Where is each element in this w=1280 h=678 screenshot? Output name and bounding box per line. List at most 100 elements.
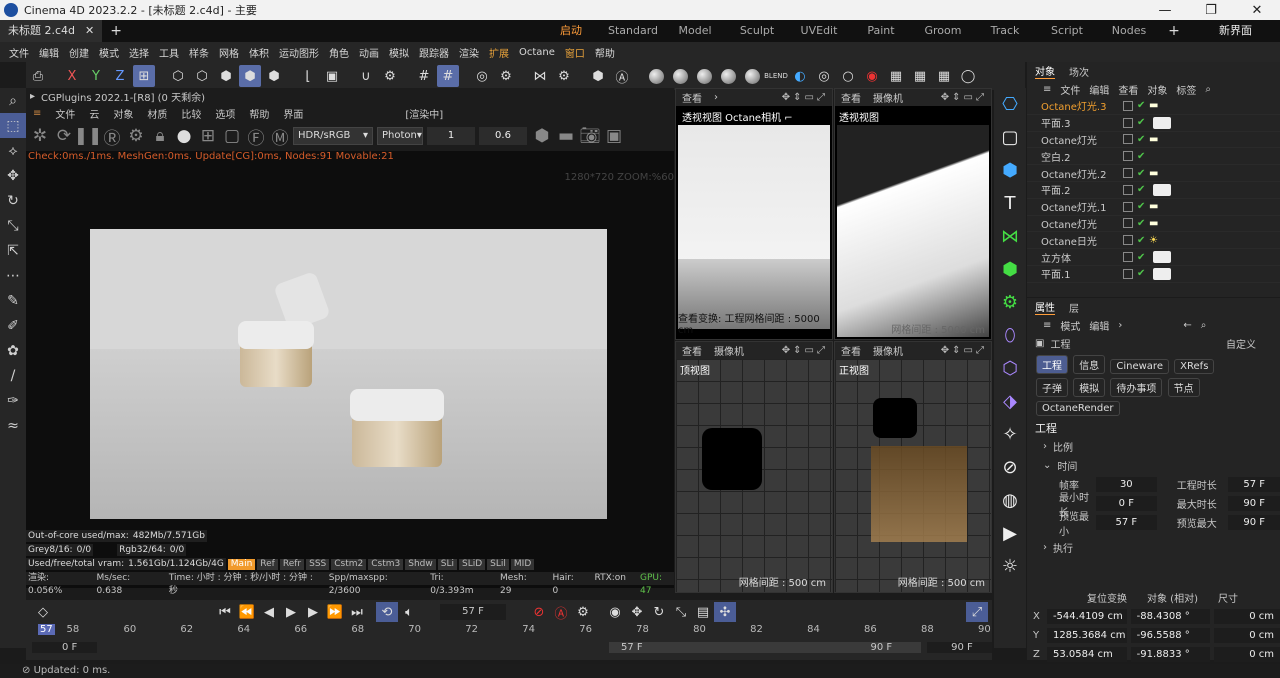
cloner-icon[interactable]: ⬢	[994, 253, 1026, 286]
viewport-front[interactable]: 查看 摄像机 ✥⇕▭⤢ 正视图 网格间距 : 500 cm	[834, 341, 992, 593]
add-layout-button[interactable]: +	[1160, 20, 1188, 42]
layout-tab-start[interactable]: 启动	[540, 20, 602, 42]
menu-simulate[interactable]: 模拟	[384, 45, 414, 60]
pass-sli[interactable]: SLi	[437, 558, 457, 570]
attr-tab-info[interactable]: 信息	[1073, 355, 1106, 374]
symmetry-object-icon[interactable]: ⋈	[994, 220, 1026, 253]
viewport-perspective-camera[interactable]: 查看 › ✥⇕▭⤢ 透视视图 Octane相机 ⌐ 查看变换: 工程网格间距 : 5…	[675, 88, 833, 340]
menu-select[interactable]: 选择	[124, 45, 154, 60]
record-icon[interactable]: ⊘	[528, 602, 550, 622]
octane-glossy-icon[interactable]	[669, 65, 691, 87]
viewport-perspective[interactable]: 查看 摄像机 ✥⇕▭⤢ 透视视图 网格间距 : 5000 cm	[834, 88, 992, 340]
object-row[interactable]: 空白.2 ✔	[1027, 148, 1280, 166]
viewport-menu-camera[interactable]: 摄像机	[714, 343, 744, 358]
kernel-select[interactable]: Photon ▾	[377, 127, 423, 145]
material-tag-icon[interactable]	[1153, 116, 1171, 129]
next-key-icon[interactable]: ⏩	[324, 602, 346, 622]
uv-mode-icon[interactable]: ⬢	[263, 65, 285, 87]
menu-animate[interactable]: 动画	[354, 45, 384, 60]
octane-focus-icon[interactable]: Ⓕ	[245, 125, 267, 149]
octane-menu-file[interactable]: 文件	[48, 106, 82, 121]
pass-slil[interactable]: SLil	[487, 558, 509, 570]
object-row[interactable]: 立方体 ✔	[1027, 249, 1280, 266]
go-to-end-icon[interactable]: ⏭	[346, 602, 368, 622]
viewport-menu-camera[interactable]: 摄像机	[873, 90, 903, 105]
viewport-nav-icons[interactable]: ✥⇕▭⤢	[941, 92, 991, 103]
paint-tool-icon[interactable]: ✿	[0, 338, 26, 363]
material-tag-icon[interactable]	[1153, 267, 1171, 280]
octane-mix-icon[interactable]	[717, 65, 739, 87]
octane-menu-material[interactable]: 材质	[140, 106, 174, 121]
pass-main[interactable]: Main	[227, 558, 256, 570]
layout-tab-track[interactable]: Track	[974, 20, 1036, 42]
viewport-menu-view[interactable]: 查看	[682, 343, 702, 358]
audio-icon[interactable]: 🔈︎	[398, 602, 420, 622]
scale-tool-icon[interactable]: ⤡	[0, 213, 26, 238]
play-icon[interactable]: ▶	[280, 602, 302, 622]
menu-tools[interactable]: 工具	[154, 45, 184, 60]
octane-restart-icon[interactable]: ⟳	[53, 125, 75, 147]
visible-check-icon[interactable]: ✔	[1137, 218, 1149, 229]
preset-select[interactable]: 自定义	[1226, 336, 1256, 351]
axis-x-icon[interactable]: X	[61, 65, 83, 87]
viewport-nav-icons[interactable]: ✥⇕▭⤢	[941, 345, 991, 356]
menu-extensions[interactable]: 扩展	[484, 45, 514, 60]
objmgr-menu-file[interactable]: 文件	[1060, 82, 1080, 97]
objmgr-menu-view[interactable]: 查看	[1118, 82, 1138, 97]
pass-cstm2[interactable]: Cstm2	[331, 558, 367, 570]
param-key-icon[interactable]: ▤	[692, 602, 714, 622]
visible-check-icon[interactable]: ✔	[1137, 117, 1149, 128]
octane-material-pick-icon[interactable]: Ⓜ	[269, 125, 291, 149]
position-z-field[interactable]: 53.0584 cm	[1046, 647, 1127, 662]
live-select-icon[interactable]: ⟡	[0, 138, 26, 163]
layer-icon[interactable]	[1123, 235, 1133, 246]
workplane-icon[interactable]: #	[437, 65, 459, 87]
edges-mode-icon[interactable]: ⬡	[191, 65, 213, 87]
render-queue-icon[interactable]: ▦	[933, 65, 955, 87]
octane-menu-interface[interactable]: 界面	[276, 106, 310, 121]
scale-key-icon[interactable]: ⤡	[670, 602, 692, 622]
grid-icon[interactable]: #	[413, 65, 435, 87]
position-x-field[interactable]: -544.4109 cm	[1046, 609, 1127, 624]
menu-octane[interactable]: Octane	[514, 47, 560, 58]
light-object-icon[interactable]: ⬗	[994, 385, 1026, 418]
size-x-field[interactable]: 0 cm	[1214, 609, 1280, 624]
object-row[interactable]: 平面.3 ✔	[1027, 115, 1280, 132]
menu-tracker[interactable]: 跟踪器	[414, 45, 454, 60]
axis-z-icon[interactable]: Z	[109, 65, 131, 87]
volume-icon[interactable]: ⬡	[994, 352, 1026, 385]
octane-menu-object[interactable]: 对象	[106, 106, 140, 121]
film-icon[interactable]: ▦	[885, 65, 907, 87]
reset-transform-button[interactable]: 复位变换	[1087, 590, 1127, 605]
loop-icon[interactable]: ⟲	[376, 602, 398, 622]
object-row[interactable]: Octane灯光.1 ✔ ▬	[1027, 199, 1280, 216]
fps-field[interactable]: 30	[1095, 477, 1157, 492]
viewport-nav-icons[interactable]: ✥⇕▭⤢	[782, 92, 832, 103]
visible-check-icon[interactable]: ✔	[1137, 235, 1149, 246]
visible-check-icon[interactable]: ✔	[1137, 252, 1149, 263]
texture-mode-icon[interactable]: ▣	[321, 65, 343, 87]
octane-material-icon[interactable]	[645, 65, 667, 87]
light-icon[interactable]: ◎	[813, 65, 835, 87]
menu-edit[interactable]: 编辑	[34, 45, 64, 60]
size-select[interactable]: 尺寸	[1218, 590, 1238, 605]
snap-tool-icon[interactable]: ⋯	[0, 263, 26, 288]
tab-layers[interactable]: 层	[1069, 300, 1079, 315]
search-icon[interactable]: ⌕	[1201, 320, 1207, 331]
select-tool-icon[interactable]: ⬚	[0, 113, 26, 138]
tab-attributes[interactable]: 属性	[1035, 299, 1055, 315]
octane-rect-icon[interactable]: ▬	[555, 125, 577, 147]
layer-icon[interactable]	[1123, 268, 1133, 279]
minimize-button[interactable]: —	[1142, 3, 1188, 18]
visible-check-icon[interactable]: ✔	[1137, 201, 1149, 212]
viewport-nav-icons[interactable]: ✥⇕▭⤢	[782, 345, 832, 356]
layout-tab-paint[interactable]: Paint	[850, 20, 912, 42]
spline-icon[interactable]: ✧	[994, 418, 1026, 451]
animation-icon[interactable]: Ⓐ	[611, 65, 633, 87]
menu-window[interactable]: 窗口	[560, 45, 590, 60]
octane-menu-options[interactable]: 选项	[208, 106, 242, 121]
visible-check-icon[interactable]: ✔	[1137, 184, 1149, 195]
back-arrow-icon[interactable]: ←	[1183, 320, 1191, 331]
effector-icon[interactable]: ⊘	[994, 451, 1026, 484]
coordinate-system-icon[interactable]: ⊞	[133, 65, 155, 87]
